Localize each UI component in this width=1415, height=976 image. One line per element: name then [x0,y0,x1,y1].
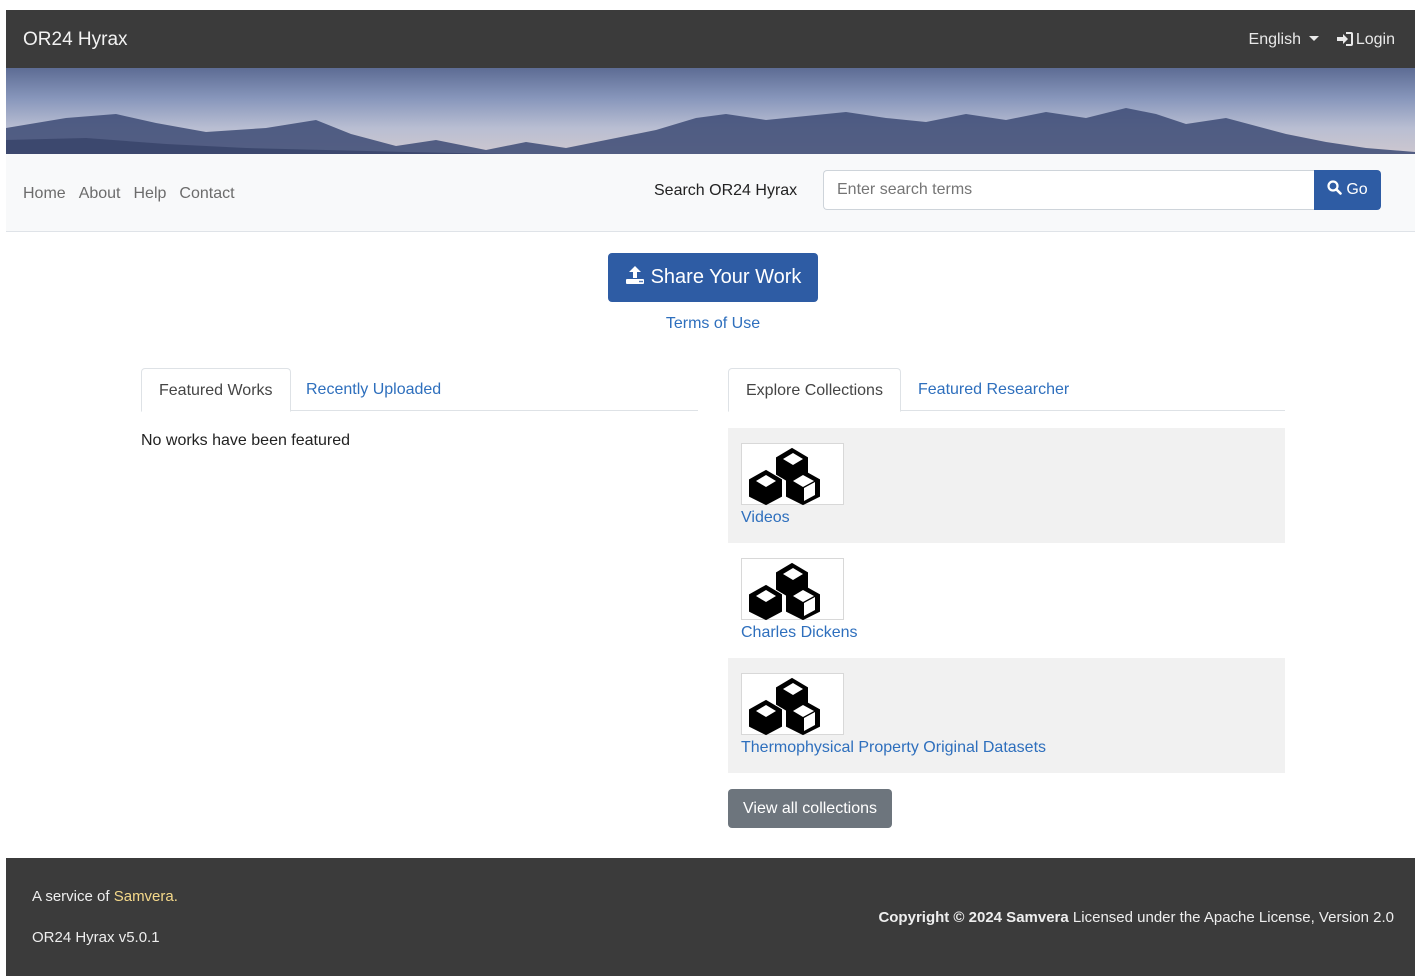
cubes-icon [749,447,820,506]
collection-item: Charles Dickens [728,543,1285,658]
tab-recently-uploaded[interactable]: Recently Uploaded [289,368,458,411]
nav-contact-link[interactable]: Contact [179,185,234,202]
nav-links: Home About Help Contact [23,185,248,203]
page: OR24 Hyrax English Login Home About Help Co… [6,10,1415,976]
chevron-down-icon [1309,36,1319,41]
collection-item: Thermophysical Property Original Dataset… [728,658,1285,773]
nav-home-link[interactable]: Home [23,185,66,202]
search-button[interactable]: Go [1314,170,1381,210]
collection-thumbnail[interactable] [741,558,844,621]
cubes-icon [749,562,820,621]
license-text: Licensed under the Apache License, Versi… [1072,909,1394,926]
footer: A service of Samvera. OR24 Hyrax v5.0.1 … [6,858,1415,976]
share-your-work-button[interactable]: Share Your Work [608,253,818,302]
nav-help-link[interactable]: Help [134,185,167,202]
language-label: English [1248,31,1301,48]
secondary-navbar: Home About Help Contact Search OR24 Hyrax G… [6,154,1415,232]
upload-icon [625,265,645,290]
tab-explore-collections[interactable]: Explore Collections [728,368,901,412]
cubes-icon [749,677,820,736]
language-dropdown[interactable]: English [1249,31,1319,49]
tab-featured-researcher[interactable]: Featured Researcher [901,368,1086,411]
banner-image [6,68,1415,154]
terms-of-use-link: Terms of Use [6,315,1415,333]
brand-link[interactable]: OR24 Hyrax [23,29,128,51]
nav-about-link[interactable]: About [79,185,121,202]
service-prefix: A service of [32,888,110,905]
search-label: Search OR24 Hyrax [654,182,798,199]
sign-in-icon [1336,32,1353,51]
terms-of-use-label[interactable]: Terms of Use [666,315,760,332]
copyright-holder: Copyright © 2024 Samvera [878,909,1069,926]
login-link[interactable]: Login [1336,31,1395,51]
collection-thumbnail[interactable] [741,673,844,736]
works-tabs: Featured Works Recently Uploaded [141,368,698,412]
search-input[interactable] [823,170,1315,210]
tab-featured-works[interactable]: Featured Works [141,368,291,412]
samvera-link[interactable]: Samvera. [114,888,178,905]
copyright-text: Copyright © 2024 Samvera Licensed under … [878,909,1394,926]
search-button-label: Go [1346,181,1368,198]
collection-link[interactable]: Videos [741,509,790,527]
empty-featured-message: No works have been featured [141,432,351,449]
collection-link[interactable]: Charles Dickens [741,624,857,642]
service-credit: A service of Samvera. [32,888,178,905]
top-navbar: OR24 Hyrax English Login [6,10,1415,68]
collection-item: Videos [728,428,1285,543]
collections-tabs: Explore Collections Featured Researcher [728,368,1285,412]
version-text: OR24 Hyrax v5.0.1 [32,929,160,946]
share-button-label: Share Your Work [650,266,802,288]
login-label: Login [1355,31,1395,48]
search-icon [1327,180,1343,200]
collection-link[interactable]: Thermophysical Property Original Dataset… [741,739,1046,757]
collection-thumbnail[interactable] [741,443,844,506]
view-all-collections-button[interactable]: View all collections [728,789,892,828]
